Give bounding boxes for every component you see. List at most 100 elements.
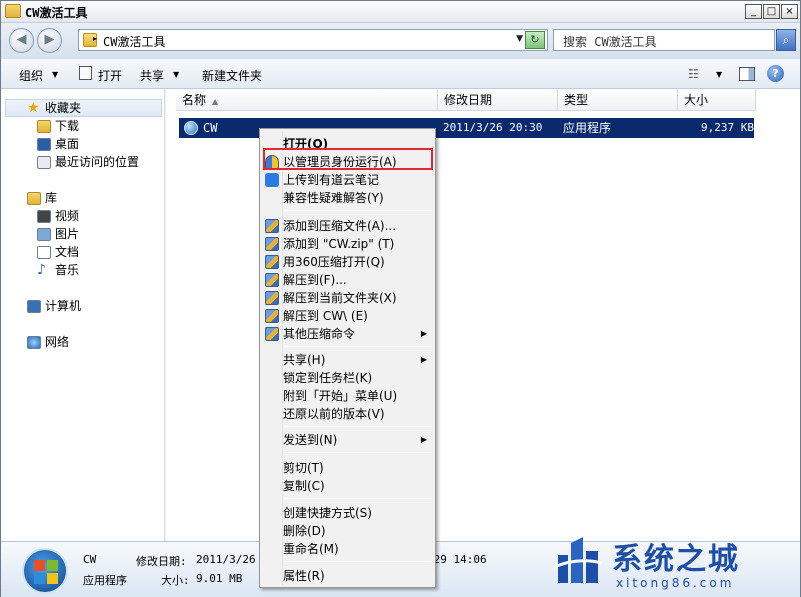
menu-item-pin-start[interactable]: 附到「开始」菜单(U) — [262, 387, 433, 405]
youdao-note-icon — [265, 173, 279, 187]
file-name: CW — [203, 121, 218, 135]
open-icon — [79, 66, 92, 80]
new-folder-button[interactable]: 新建文件夹 — [202, 67, 262, 84]
file-size: 9,237 KB — [701, 121, 754, 134]
menu-item-create-shortcut[interactable]: 创建快捷方式(S) — [262, 504, 433, 522]
watermark: 系统之城 xitong86.com — [550, 528, 801, 597]
nav-item-favorites[interactable]: ★ 收藏夹 — [27, 99, 81, 117]
music-icon: ♪ — [37, 262, 46, 278]
menu-separator — [284, 452, 432, 453]
nav-item-computer[interactable]: 计算机 — [27, 297, 81, 315]
star-icon: ★ — [27, 100, 40, 116]
recent-places-icon — [37, 156, 51, 169]
nav-item-music[interactable]: ♪ 音乐 — [37, 261, 79, 279]
close-button[interactable]: × — [781, 4, 798, 19]
city-logo-icon — [554, 537, 602, 583]
computer-icon — [27, 300, 41, 313]
library-icon — [27, 192, 41, 205]
search-icon: ⌕ — [782, 33, 790, 47]
menu-item-add-zip[interactable]: 添加到 "CW.zip" (T) — [262, 235, 433, 253]
search-input[interactable]: 搜索 CW激活工具 — [553, 29, 775, 51]
downloads-icon — [37, 120, 51, 133]
picture-icon — [37, 228, 51, 241]
details-type: 应用程序 — [83, 574, 127, 587]
open-button[interactable]: 打开 — [98, 67, 122, 84]
archive-icon — [265, 309, 279, 323]
address-row: ◀ ▶ ▸ CW激活工具 ▼ ↻ 搜索 CW激活工具 ⌕ — [1, 23, 800, 59]
nav-item-recent[interactable]: 最近访问的位置 — [37, 153, 139, 171]
view-icon[interactable]: ☷ — [688, 67, 699, 81]
details-modified-label: 修改日期: — [136, 555, 187, 568]
menu-item-other-zip[interactable]: 其他压缩命令 ▶ — [262, 325, 433, 343]
menu-separator — [284, 210, 432, 211]
preview-pane-icon[interactable] — [739, 67, 755, 81]
watermark-title: 系统之城 — [612, 542, 740, 577]
share-button[interactable]: 共享 — [140, 67, 164, 84]
nav-item-desktop[interactable]: 桌面 — [37, 135, 79, 153]
column-header-name[interactable]: 名称 ▲ — [176, 89, 438, 111]
back-button[interactable]: ◀ — [9, 28, 34, 53]
help-icon[interactable]: ? — [767, 65, 784, 82]
forward-button[interactable]: ▶ — [37, 28, 62, 53]
nav-item-network[interactable]: 网络 — [27, 333, 69, 351]
chevron-down-icon[interactable]: ▼ — [52, 70, 58, 79]
menu-separator — [284, 561, 432, 562]
archive-icon — [265, 291, 279, 305]
details-size-value: 9.01 MB — [196, 572, 243, 585]
chevron-down-icon[interactable]: ▼ — [516, 34, 523, 44]
menu-item-extract-cw[interactable]: 解压到 CW\ (E) — [262, 307, 433, 325]
submenu-arrow-icon: ▶ — [420, 435, 427, 444]
menu-item-properties[interactable]: 属性(R) — [262, 567, 433, 585]
menu-item-copy[interactable]: 复制(C) — [262, 477, 433, 495]
nav-item-pictures[interactable]: 图片 — [37, 225, 79, 243]
menu-item-compat[interactable]: 兼容性疑难解答(Y) — [262, 189, 433, 207]
search-button[interactable]: ⌕ — [776, 29, 796, 51]
menu-item-pin-taskbar[interactable]: 锁定到任务栏(K) — [262, 369, 433, 387]
column-header-size[interactable]: 大小 — [678, 89, 756, 111]
details-modified-value: 2011/3/26 2 — [196, 553, 269, 566]
menu-item-add-archive[interactable]: 添加到压缩文件(A)... — [262, 217, 433, 235]
address-bar[interactable]: ▸ CW激活工具 ▼ ↻ — [78, 29, 548, 51]
archive-icon — [265, 219, 279, 233]
maximize-button[interactable]: □ — [763, 4, 780, 19]
organize-button[interactable]: 组织 — [19, 67, 43, 84]
menu-item-extract-to[interactable]: 解压到(F)... — [262, 271, 433, 289]
menu-separator — [284, 426, 432, 427]
file-date: 2011/3/26 20:30 — [443, 121, 543, 134]
menu-item-extract-here[interactable]: 解压到当前文件夹(X) — [262, 289, 433, 307]
menu-item-delete[interactable]: 删除(D) — [262, 522, 433, 540]
submenu-arrow-icon: ▶ — [420, 329, 427, 338]
nav-item-libraries[interactable]: 库 — [27, 189, 57, 207]
menu-item-cut[interactable]: 剪切(T) — [262, 459, 433, 477]
archive-icon — [265, 255, 279, 269]
breadcrumb-chevron-icon[interactable]: ▸ — [93, 34, 97, 43]
chevron-down-icon[interactable]: ▼ — [716, 70, 722, 79]
column-header-date[interactable]: 修改日期 — [438, 89, 558, 111]
chevron-down-icon[interactable]: ▼ — [173, 70, 179, 79]
video-icon — [37, 210, 51, 223]
highlight-box — [263, 148, 433, 170]
archive-icon — [265, 237, 279, 251]
details-name: CW — [83, 553, 97, 566]
document-icon — [37, 246, 51, 259]
menu-item-rename[interactable]: 重命名(M) — [262, 540, 433, 558]
sort-arrow-icon: ▲ — [212, 97, 219, 106]
menu-item-send-to[interactable]: 发送到(N) ▶ — [262, 431, 433, 449]
nav-item-videos[interactable]: 视频 — [37, 207, 79, 225]
details-size-label: 大小: — [161, 574, 190, 587]
menu-item-restore[interactable]: 还原以前的版本(V) — [262, 405, 433, 423]
menu-item-open-360[interactable]: 用360压缩打开(Q) — [262, 253, 433, 271]
context-menu: 打开(O) 以管理员身份运行(A) 上传到有道云笔记 兼容性疑难解答(Y) 添加… — [259, 128, 436, 588]
archive-icon — [265, 273, 279, 287]
folder-icon — [5, 4, 21, 18]
refresh-button[interactable]: ↻ — [525, 31, 545, 49]
nav-item-downloads[interactable]: 下载 — [37, 117, 79, 135]
command-bar: 组织 ▼ 打开 共享 ▼ 新建文件夹 ☷ ▼ ? — [1, 59, 800, 89]
menu-item-youdao[interactable]: 上传到有道云笔记 — [262, 171, 433, 189]
column-header-type[interactable]: 类型 — [558, 89, 678, 111]
minimize-button[interactable]: _ — [745, 4, 762, 19]
network-icon — [27, 336, 41, 349]
menu-item-share[interactable]: 共享(H) ▶ — [262, 351, 433, 369]
menu-separator — [284, 346, 432, 347]
nav-item-documents[interactable]: 文档 — [37, 243, 79, 261]
